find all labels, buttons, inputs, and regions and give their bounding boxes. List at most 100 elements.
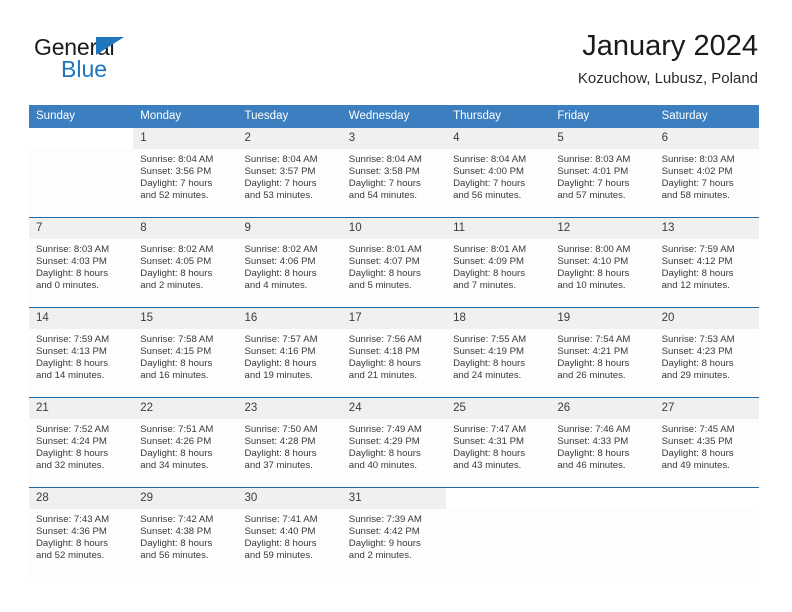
day-number[interactable]: 7 [29,218,133,239]
day-number[interactable]: 16 [238,308,342,329]
day-number[interactable]: 26 [550,398,654,419]
calendar-week-row: 1 2 3 4 5 6 Sunrise: 8:04 AM Sunset: 3:56 PM Day… [29,128,759,217]
calendar-week-row: 14 15 16 17 18 19 20 Sunrise: 7:59 AM Sunset: 4:… [29,307,759,397]
day-info-line: Sunrise: 7:50 AM [244,424,318,435]
day-cell: Sunrise: 7:59 AM Sunset: 4:12 PM Daylight:… [655,239,759,307]
day-number[interactable]: 31 [342,488,446,509]
day-info-line: Sunrise: 7:39 AM [348,514,422,525]
day-number[interactable]: 30 [238,488,342,509]
day-number[interactable]: 23 [238,398,342,419]
day-number[interactable]: 18 [446,308,550,329]
day-number[interactable]: 9 [238,218,342,239]
day-number[interactable]: 3 [342,128,446,149]
weekday-header-row: Sunday Monday Tuesday Wednesday Thursday Frid… [29,105,759,128]
day-info-line: Daylight: 8 hours [348,447,421,459]
day-info-line: Sunrise: 7:43 AM [36,514,110,525]
day-info-line: Daylight: 8 hours [36,267,108,279]
day-info-line: Sunset: 4:33 PM [557,435,629,447]
week-day-numbers: 28 29 30 31 [29,488,759,509]
day-info-line: Sunset: 4:21 PM [557,345,629,357]
day-cell: Sunrise: 7:49 AM Sunset: 4:29 PM Daylight:… [342,419,446,487]
day-info-line: Sunset: 4:13 PM [36,345,107,357]
day-info-line: and 54 minutes. [348,189,418,201]
day-number[interactable]: 12 [550,218,654,239]
day-info-line: Sunset: 4:15 PM [140,345,212,357]
day-info-line: and 46 minutes. [557,459,626,471]
day-number[interactable]: 25 [446,398,550,419]
day-number[interactable]: 1 [133,128,237,149]
weekday-header-tuesday: Tuesday [244,110,289,122]
week-day-numbers: 21 22 23 24 25 26 27 [29,398,759,419]
title-block: January 2024 Kozuchow, Lubusz, Poland [578,28,758,90]
day-cell: Sunrise: 7:51 AM Sunset: 4:26 PM Daylight:… [133,419,237,487]
day-info-line: Sunset: 4:42 PM [348,525,420,537]
day-info-line: Daylight: 8 hours [140,537,213,549]
day-number[interactable]: 2 [238,128,342,149]
day-number[interactable]: 5 [550,128,654,149]
day-info-line: Daylight: 8 hours [244,267,317,279]
day-info-line: and 5 minutes. [348,279,412,291]
day-cell: Sunrise: 8:04 AM Sunset: 3:57 PM Daylight:… [238,149,342,217]
day-number[interactable]: 22 [133,398,237,419]
day-number[interactable]: 19 [550,308,654,329]
day-info-line: and 12 minutes. [661,279,730,291]
day-info-line: Sunrise: 7:53 AM [661,334,735,345]
calendar-weeks: 1 2 3 4 5 6 Sunrise: 8:04 AM Sunset: 3:56 PM Day… [29,128,759,577]
day-info-line: and 52 minutes. [36,549,105,561]
day-info-line: Sunset: 4:35 PM [661,435,733,447]
day-info-line: and 52 minutes. [140,189,209,201]
day-number[interactable]: 8 [133,218,237,239]
day-info-line: and 58 minutes. [661,189,730,201]
day-number[interactable]: 29 [133,488,237,509]
day-info-line: Sunrise: 7:54 AM [557,334,631,345]
day-cell: Sunrise: 7:56 AM Sunset: 4:18 PM Daylight:… [342,329,446,397]
day-number[interactable]: 21 [29,398,133,419]
day-info-line: Sunset: 3:58 PM [348,165,420,177]
weekday-header-thursday: Thursday [453,110,501,122]
day-info-line: Daylight: 8 hours [348,267,421,279]
day-info-line: Sunset: 4:01 PM [557,165,629,177]
day-info-line: Sunset: 4:05 PM [140,255,212,267]
day-info-line: Sunrise: 7:41 AM [244,514,318,525]
calendar-week-row: 21 22 23 24 25 26 27 Sunrise: 7:52 AM Sunset: 4:… [29,397,759,487]
day-number[interactable]: 11 [446,218,550,239]
page-title: January 2024 [582,30,758,62]
day-info-line: and 2 minutes. [140,279,204,291]
day-info-line: Sunrise: 7:55 AM [453,334,527,345]
week-day-details: Sunrise: 8:03 AM Sunset: 4:03 PM Daylight:… [29,239,759,307]
week-day-details: Sunrise: 7:59 AM Sunset: 4:13 PM Daylight:… [29,329,759,397]
day-number[interactable]: 20 [655,308,759,329]
day-cell: Sunrise: 7:41 AM Sunset: 4:40 PM Daylight:… [238,509,342,577]
day-number[interactable]: 4 [446,128,550,149]
day-info-line: Daylight: 8 hours [244,357,317,369]
day-number[interactable]: 24 [342,398,446,419]
day-number[interactable]: 27 [655,398,759,419]
day-number[interactable]: 6 [655,128,759,149]
day-cell-empty [550,509,654,577]
day-info-line: Daylight: 7 hours [244,177,317,189]
day-number[interactable]: 28 [29,488,133,509]
day-number-empty [446,488,551,509]
day-info-line: Sunset: 4:09 PM [453,255,524,267]
day-info-line: Sunrise: 8:04 AM [348,154,422,165]
day-info-line: Sunset: 4:36 PM [36,525,107,537]
day-cell: Sunrise: 8:04 AM Sunset: 4:00 PM Daylight:… [446,149,550,217]
day-info-line: Sunset: 3:56 PM [140,165,212,177]
day-info-line: Daylight: 8 hours [661,447,734,459]
calendar-page: General Blue January 2024 Kozuchow, Lubu… [0,0,792,612]
day-info-line: Sunrise: 8:04 AM [453,154,527,165]
logo-triangle-icon [96,37,124,55]
day-number[interactable]: 10 [342,218,446,239]
day-number[interactable]: 14 [29,308,133,329]
day-info-line: Daylight: 7 hours [348,177,421,189]
calendar-week-row: 7 8 9 10 11 12 13 Sunrise: 8:03 AM Sunset: 4:03 … [29,217,759,307]
day-info-line: Sunrise: 8:03 AM [557,154,631,165]
day-info-line: Sunrise: 8:00 AM [557,244,631,255]
day-cell-empty [655,509,759,577]
day-number[interactable]: 13 [655,218,759,239]
day-number[interactable]: 15 [133,308,237,329]
day-info-line: and 10 minutes. [557,279,626,291]
week-day-details: Sunrise: 7:52 AM Sunset: 4:24 PM Daylight:… [29,419,759,487]
day-info-line: Sunrise: 8:02 AM [244,244,318,255]
day-number[interactable]: 17 [342,308,446,329]
